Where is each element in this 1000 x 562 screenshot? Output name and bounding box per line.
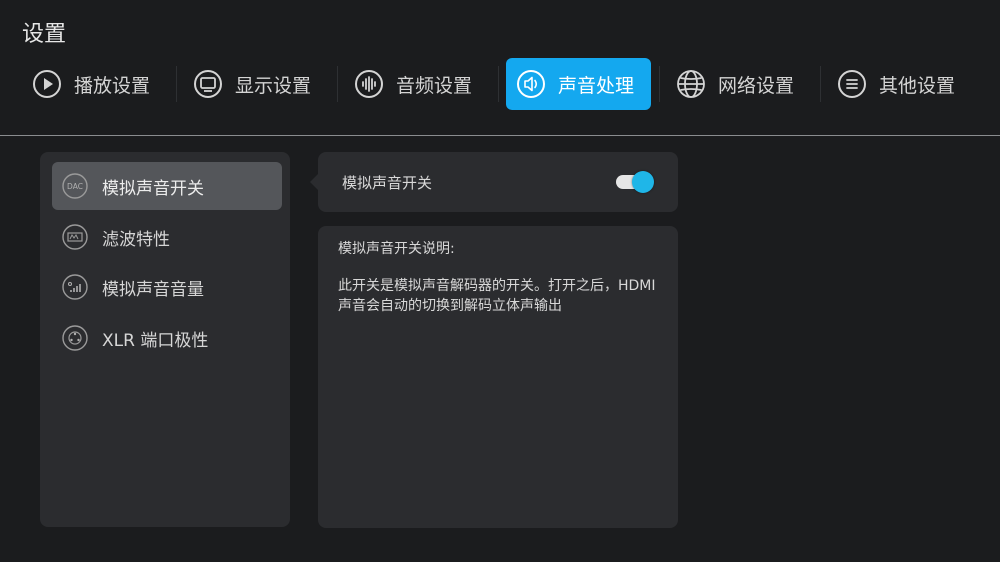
monitor-icon bbox=[193, 69, 223, 99]
sidebar-item-analog-sound-volume[interactable]: 模拟声音音量 bbox=[52, 263, 282, 311]
description-title: 模拟声音开关说明: bbox=[338, 241, 455, 257]
tab-divider bbox=[337, 66, 338, 102]
tab-audio-settings[interactable]: 音频设置 bbox=[344, 58, 494, 110]
settings-page: 设置 播放设置 显示设置 音频设置 声音处理 网络设置 其他设置 DAC 模拟声… bbox=[0, 0, 1000, 562]
tab-label: 音频设置 bbox=[396, 74, 473, 97]
sidebar-menu: DAC 模拟声音开关 滤波特性 模拟声音音量 XLR 端口极性 bbox=[40, 152, 290, 527]
tab-divider bbox=[820, 66, 821, 102]
tab-divider bbox=[498, 66, 499, 102]
sidebar-item-xlr-port-polarity[interactable]: XLR 端口极性 bbox=[52, 314, 282, 362]
page-title: 设置 bbox=[22, 22, 67, 47]
tab-other-settings[interactable]: 其他设置 bbox=[827, 58, 977, 110]
tab-label: 其他设置 bbox=[879, 74, 956, 97]
setting-card: 模拟声音开关 bbox=[318, 152, 678, 212]
sidebar-item-filter-characteristics[interactable]: 滤波特性 bbox=[52, 213, 282, 261]
header-divider bbox=[0, 135, 1000, 136]
selection-pointer bbox=[310, 174, 318, 190]
tab-label: 显示设置 bbox=[235, 74, 312, 97]
tab-label: 播放设置 bbox=[74, 74, 151, 97]
tab-display-settings[interactable]: 显示设置 bbox=[183, 58, 333, 110]
sidebar-item-label: 模拟声音音量 bbox=[102, 279, 204, 300]
tab-network-settings[interactable]: 网络设置 bbox=[666, 58, 816, 110]
globe-icon bbox=[676, 69, 706, 99]
filter-icon bbox=[62, 224, 88, 250]
description-card: 模拟声音开关说明: 此开关是模拟声音解码器的开关。打开之后，HDMI声音会自动的… bbox=[318, 226, 678, 528]
play-icon bbox=[32, 69, 62, 99]
sidebar-item-analog-sound-switch[interactable]: DAC 模拟声音开关 bbox=[52, 162, 282, 210]
tab-divider bbox=[176, 66, 177, 102]
analog-sound-toggle[interactable] bbox=[616, 171, 654, 193]
tab-bar: 播放设置 显示设置 音频设置 声音处理 网络设置 其他设置 bbox=[0, 58, 1000, 110]
toggle-knob bbox=[632, 171, 654, 193]
menu-icon bbox=[837, 69, 867, 99]
tab-playback-settings[interactable]: 播放设置 bbox=[22, 58, 172, 110]
speaker-icon bbox=[516, 69, 546, 99]
setting-label: 模拟声音开关 bbox=[342, 174, 433, 192]
tab-label: 网络设置 bbox=[718, 74, 795, 97]
volume-level-icon bbox=[62, 274, 88, 300]
tab-divider bbox=[659, 66, 660, 102]
dac-icon-text: DAC bbox=[67, 182, 83, 191]
tab-label: 声音处理 bbox=[558, 74, 635, 97]
sidebar-item-label: XLR 端口极性 bbox=[102, 330, 209, 351]
dac-icon: DAC bbox=[62, 173, 88, 199]
sidebar-item-label: 滤波特性 bbox=[102, 229, 170, 250]
audio-wave-icon bbox=[354, 69, 384, 99]
xlr-port-icon bbox=[62, 325, 88, 351]
tab-sound-processing[interactable]: 声音处理 bbox=[506, 58, 651, 110]
sidebar-item-label: 模拟声音开关 bbox=[102, 178, 204, 199]
description-body: 此开关是模拟声音解码器的开关。打开之后，HDMI声音会自动的切换到解码立体声输出 bbox=[338, 278, 656, 314]
